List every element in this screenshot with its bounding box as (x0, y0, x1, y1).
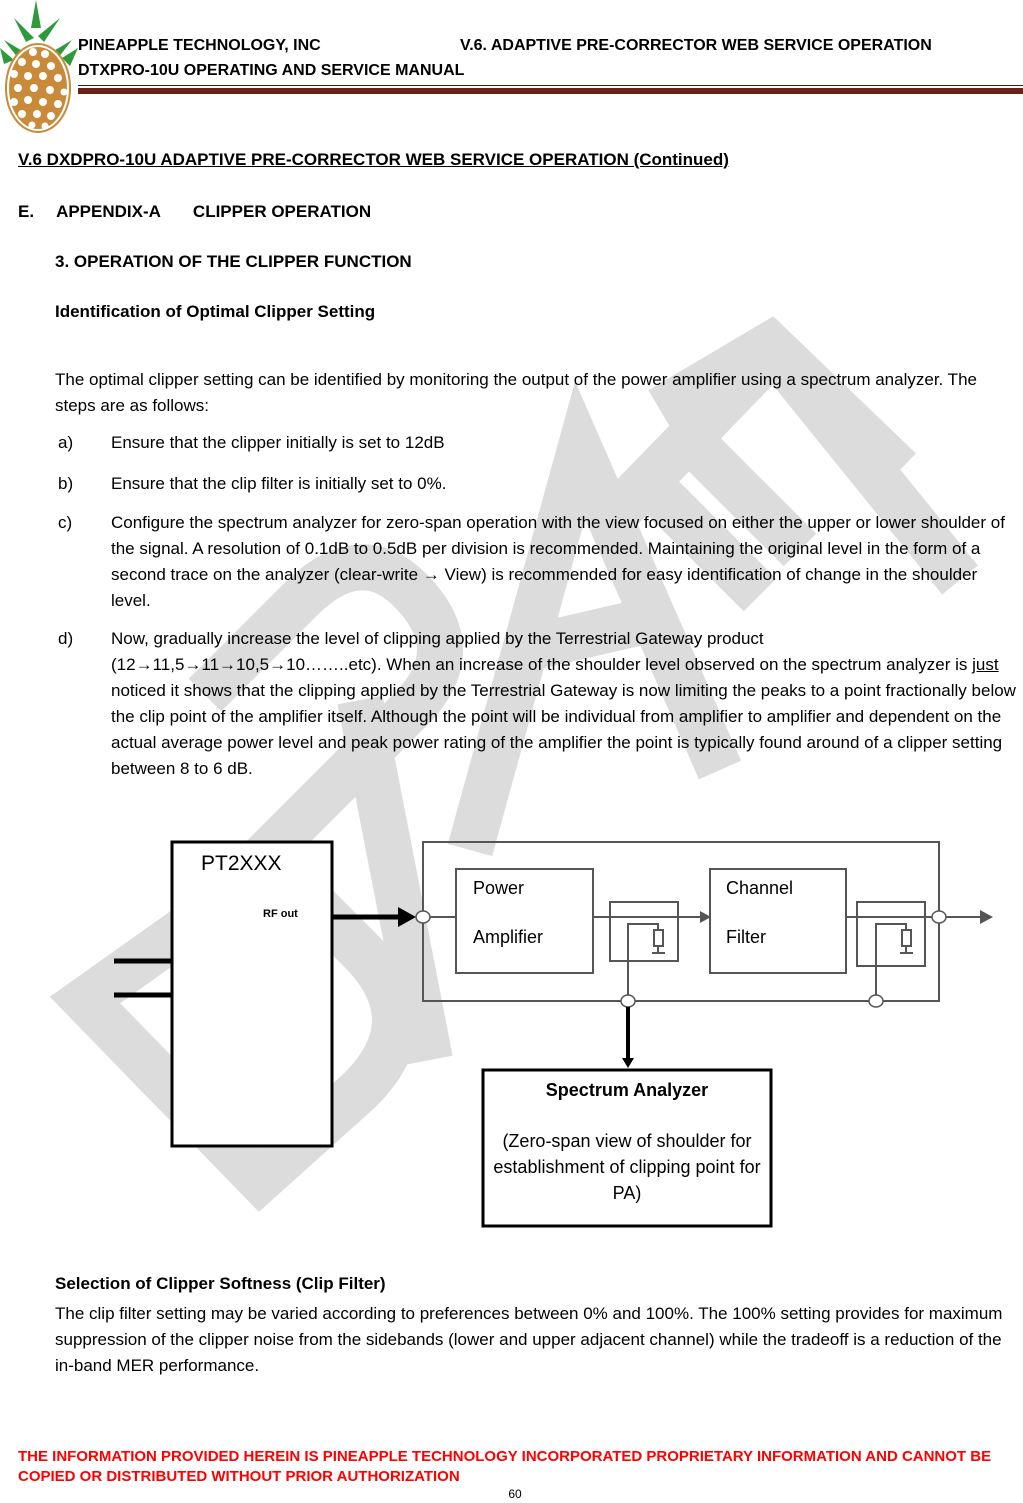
spectrum-analyzer-title: Spectrum Analyzer (545, 1080, 709, 1100)
page-number: 60 (508, 1487, 522, 1501)
port-input (415, 910, 431, 924)
selection-heading: Selection of Clipper Softness (Clip Filt… (55, 1274, 386, 1293)
coupler-2-box (856, 901, 926, 967)
resistor-icon (653, 929, 664, 947)
proprietary-notice: THE INFORMATION PROVIDED HEREIN IS PINEA… (18, 1448, 992, 1485)
port-sample-1 (620, 994, 636, 1008)
port-output (931, 910, 947, 924)
power-amplifier-label: Power (473, 878, 525, 898)
sample-arrowhead (622, 1058, 634, 1068)
pt2xxx-label: PT2XXX (201, 852, 282, 875)
output-arrowhead (980, 910, 993, 924)
clip-filter-paragraph: The clip filter setting may be varied ac… (55, 1304, 1003, 1375)
power-amplifier-label: Amplifier (473, 927, 544, 947)
resistor-icon (901, 929, 912, 947)
coupler-1-box (609, 901, 679, 962)
channel-filter-label: Channel (726, 878, 794, 898)
channel-filter-label: Filter (726, 927, 766, 947)
port-sample-2 (868, 994, 884, 1008)
rf-out-arrowhead (398, 907, 416, 927)
rf-out-label: RF out (263, 908, 298, 920)
pt2xxx-box (170, 840, 334, 1148)
spectrum-analyzer-description: (Zero-span view of shoulder for establis… (493, 1131, 761, 1203)
